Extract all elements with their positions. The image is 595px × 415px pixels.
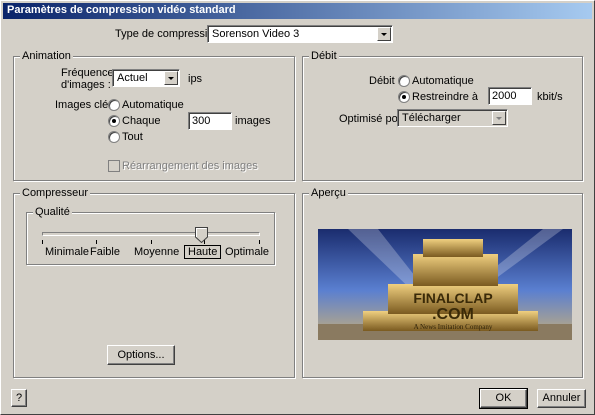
compression-dialog: Paramètres de compression vidéo standard… xyxy=(0,0,595,415)
title-bar[interactable]: Paramètres de compression vidéo standard xyxy=(3,3,592,19)
preview-logo-tagline: A News Imitation Company xyxy=(414,323,493,331)
quality-level-high: Haute xyxy=(184,245,222,259)
keyframes-auto-radio[interactable] xyxy=(108,99,120,111)
keyframes-auto-label[interactable]: Automatique xyxy=(122,99,184,111)
ok-button[interactable]: OK xyxy=(479,388,528,409)
quality-slider-track[interactable] xyxy=(42,232,260,236)
chevron-down-icon[interactable] xyxy=(164,71,178,85)
frame-rate-unit: ips xyxy=(188,73,203,85)
reorder-checkbox[interactable] xyxy=(108,160,120,172)
preview-image: FINALCLAP .COM A News Imitation Company xyxy=(318,229,572,340)
frame-rate-value: Actuel xyxy=(117,72,148,84)
bitrate-limit-input[interactable]: 2000 xyxy=(488,87,532,105)
keyframes-every-unit: images xyxy=(235,115,271,127)
quality-level-medium: Moyenne xyxy=(134,246,180,258)
quality-tick xyxy=(96,240,97,244)
keyframes-every-label[interactable]: Chaque xyxy=(122,115,161,127)
preview-group-title: Aperçu xyxy=(309,187,348,199)
quality-level-optimal: Optimale xyxy=(225,246,270,258)
quality-level-low: Faible xyxy=(90,246,120,258)
quality-slider-thumb[interactable] xyxy=(195,227,208,243)
compressor-group-title: Compresseur xyxy=(20,187,91,199)
quality-tick xyxy=(259,240,260,244)
frame-rate-label-2: d'images : xyxy=(61,79,111,91)
bitrate-group-title: Débit xyxy=(309,50,339,62)
frame-rate-label-1: Fréquence xyxy=(61,67,114,79)
compression-type-select[interactable]: Sorenson Video 3 xyxy=(207,25,393,43)
cancel-button[interactable]: Annuler xyxy=(537,389,586,408)
chevron-down-icon[interactable] xyxy=(492,111,506,125)
keyframes-every-value: 300 xyxy=(192,115,211,127)
help-button[interactable]: ? xyxy=(11,389,27,407)
bitrate-limit-radio[interactable] xyxy=(398,91,410,103)
window-title: Paramètres de compression vidéo standard xyxy=(7,4,236,16)
quality-tick xyxy=(151,240,152,244)
frame-rate-select[interactable]: Actuel xyxy=(112,69,180,87)
bitrate-auto-label[interactable]: Automatique xyxy=(412,75,474,87)
options-button[interactable]: Options... xyxy=(107,345,175,365)
bitrate-auto-radio[interactable] xyxy=(398,75,410,87)
chevron-down-icon[interactable] xyxy=(377,27,391,41)
keyframes-every-radio[interactable] xyxy=(108,115,120,127)
bitrate-limit-value: 2000 xyxy=(492,90,517,102)
bitrate-limit-label[interactable]: Restreindre à xyxy=(412,91,478,103)
animation-group-title: Animation xyxy=(20,50,73,62)
reorder-label: Réarrangement des images xyxy=(122,160,258,172)
bitrate-limit-unit: kbit/s xyxy=(537,91,563,103)
quality-group-title: Qualité xyxy=(33,206,72,218)
compression-type-value: Sorenson Video 3 xyxy=(212,28,300,40)
quality-level-minimal: Minimale xyxy=(45,246,90,258)
preview-logo-line1: FINALCLAP xyxy=(413,290,492,306)
quality-tick xyxy=(42,240,43,244)
preview-logo-line2: .COM xyxy=(432,306,474,323)
keyframes-all-radio[interactable] xyxy=(108,131,120,143)
keyframes-every-input[interactable]: 300 xyxy=(188,112,232,130)
bitrate-label: Débit : xyxy=(369,75,401,87)
optimize-value: Télécharger xyxy=(402,112,461,124)
keyframes-all-label[interactable]: Tout xyxy=(122,131,143,143)
optimize-select[interactable]: Télécharger xyxy=(397,109,508,127)
